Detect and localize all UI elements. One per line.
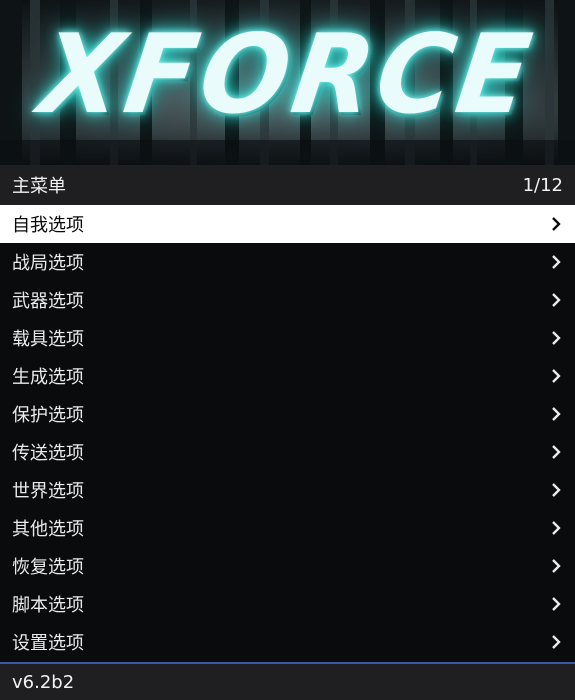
menu-item-label: 战局选项 <box>12 253 84 274</box>
menu-item-label: 载具选项 <box>12 329 84 350</box>
menu-item-label: 脚本选项 <box>12 595 84 616</box>
banner: XFORCE <box>0 0 575 165</box>
menu-item-teleport[interactable]: 传送选项 <box>0 433 575 471</box>
menu-item-label: 武器选项 <box>12 291 84 312</box>
menu-footer: v6.2b2 <box>0 662 575 700</box>
menu-items: 自我选项 战局选项 武器选项 载具选项 生成选项 保护选项 传送选项 世界选项 <box>0 205 575 661</box>
mod-menu: XFORCE 主菜单 1/12 自我选项 战局选项 武器选项 载具选项 生成选项… <box>0 0 575 700</box>
menu-item-scripts[interactable]: 脚本选项 <box>0 585 575 623</box>
menu-item-weapons[interactable]: 武器选项 <box>0 281 575 319</box>
menu-item-label: 其他选项 <box>12 519 84 540</box>
menu-header: 主菜单 1/12 <box>0 165 575 205</box>
menu-item-self[interactable]: 自我选项 <box>0 205 575 243</box>
chevron-right-icon <box>549 635 563 649</box>
chevron-right-icon <box>549 445 563 459</box>
xforce-logo: XFORCE <box>32 9 543 139</box>
menu-item-label: 世界选项 <box>12 481 84 502</box>
menu-item-spawn[interactable]: 生成选项 <box>0 357 575 395</box>
menu-item-label: 保护选项 <box>12 405 84 426</box>
menu-item-settings[interactable]: 设置选项 <box>0 623 575 661</box>
menu-item-recovery[interactable]: 恢复选项 <box>0 547 575 585</box>
chevron-right-icon <box>549 559 563 573</box>
menu-item-label: 设置选项 <box>12 633 84 654</box>
chevron-right-icon <box>549 293 563 307</box>
menu-item-label: 生成选项 <box>12 367 84 388</box>
chevron-right-icon <box>549 369 563 383</box>
menu-item-label: 传送选项 <box>12 443 84 464</box>
menu-item-label: 自我选项 <box>12 215 84 236</box>
chevron-right-icon <box>549 597 563 611</box>
menu-title: 主菜单 <box>12 176 66 197</box>
menu-item-protection[interactable]: 保护选项 <box>0 395 575 433</box>
chevron-right-icon <box>549 407 563 421</box>
chevron-right-icon <box>549 217 563 231</box>
chevron-right-icon <box>549 255 563 269</box>
chevron-right-icon <box>549 331 563 345</box>
menu-item-vehicles[interactable]: 载具选项 <box>0 319 575 357</box>
menu-item-misc[interactable]: 其他选项 <box>0 509 575 547</box>
menu-item-session[interactable]: 战局选项 <box>0 243 575 281</box>
menu-item-world[interactable]: 世界选项 <box>0 471 575 509</box>
chevron-right-icon <box>549 483 563 497</box>
version-label: v6.2b2 <box>12 671 75 693</box>
menu-item-label: 恢复选项 <box>12 557 84 578</box>
page-counter: 1/12 <box>522 174 563 196</box>
chevron-right-icon <box>549 521 563 535</box>
